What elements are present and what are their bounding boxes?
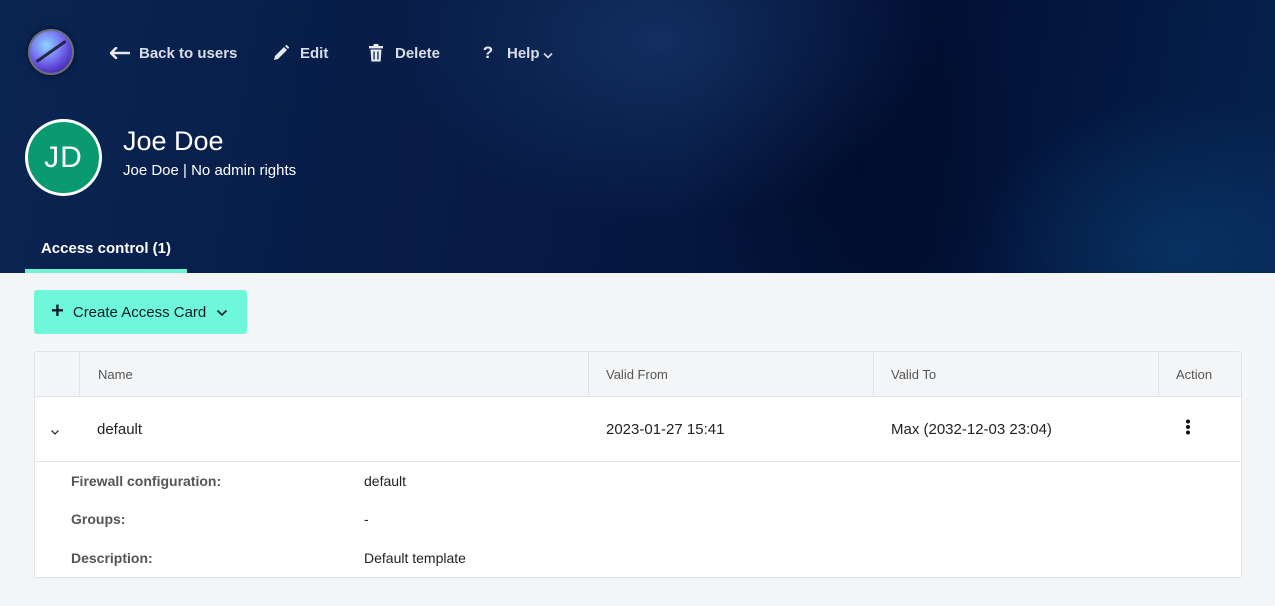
- detail-value-description: Default template: [364, 550, 466, 566]
- tab-access-control[interactable]: Access control (1): [25, 228, 187, 273]
- chevron-down-icon: [542, 46, 553, 63]
- table-row[interactable]: default 2023-01-27 15:41 Max (2032-12-03…: [35, 397, 1241, 462]
- column-header-name: Name: [79, 352, 588, 397]
- tab-access-control-label: Access control (1): [40, 240, 172, 257]
- detail-value-firewall: default: [364, 473, 407, 489]
- column-header-valid-from: Valid From: [588, 352, 873, 397]
- row-expand-toggle[interactable]: [50, 397, 66, 462]
- avatar: JD: [25, 119, 102, 196]
- create-access-card-button[interactable]: + Create Access Card: [34, 290, 247, 334]
- detail-value-groups: -: [364, 511, 369, 527]
- edit-label: Edit: [300, 44, 329, 62]
- chevron-down-icon: [216, 304, 228, 321]
- user-subtitle: Joe Doe | No admin rights: [123, 162, 297, 179]
- page-header: Back to users Edit Delete ? Help JD Joe …: [0, 0, 1275, 273]
- detail-label-groups: Groups:: [71, 511, 126, 527]
- question-icon: ?: [482, 43, 494, 62]
- arrow-left-icon: [110, 47, 130, 59]
- detail-label-firewall: Firewall configuration:: [71, 473, 222, 489]
- row-action-menu-button[interactable]: [1185, 397, 1205, 462]
- app-logo[interactable]: [28, 29, 74, 75]
- back-to-users-label: Back to users: [139, 44, 238, 62]
- row-name: default: [97, 421, 143, 438]
- back-to-users-button[interactable]: Back to users: [110, 42, 237, 64]
- plus-icon: +: [51, 297, 64, 323]
- access-cards-table: Name Valid From Valid To Action default …: [34, 351, 1242, 578]
- column-header-action: Action: [1158, 352, 1241, 397]
- create-access-card-label: Create Access Card: [72, 303, 207, 321]
- row-valid-to: Max (2032-12-03 23:04): [891, 421, 1052, 438]
- column-header-valid-to: Valid To: [873, 352, 1158, 397]
- delete-label: Delete: [395, 44, 441, 62]
- trash-icon: [366, 44, 386, 62]
- row-valid-from: 2023-01-27 15:41: [606, 421, 725, 438]
- page-title: Joe Doe: [123, 126, 224, 156]
- column-header-expand: [35, 352, 79, 397]
- avatar-initials: JD: [44, 140, 83, 174]
- detail-label-description: Description:: [71, 550, 153, 566]
- chevron-down-icon: [50, 423, 60, 440]
- delete-button[interactable]: Delete: [366, 42, 440, 64]
- row-details-panel: Firewall configuration: default Groups: …: [35, 463, 1241, 577]
- edit-button[interactable]: Edit: [271, 42, 328, 64]
- help-label: Help: [507, 44, 540, 62]
- table-header: Name Valid From Valid To Action: [35, 352, 1241, 397]
- pencil-icon: [271, 44, 291, 62]
- help-menu-button[interactable]: ? Help: [478, 42, 553, 64]
- kebab-menu-icon: [1185, 419, 1191, 439]
